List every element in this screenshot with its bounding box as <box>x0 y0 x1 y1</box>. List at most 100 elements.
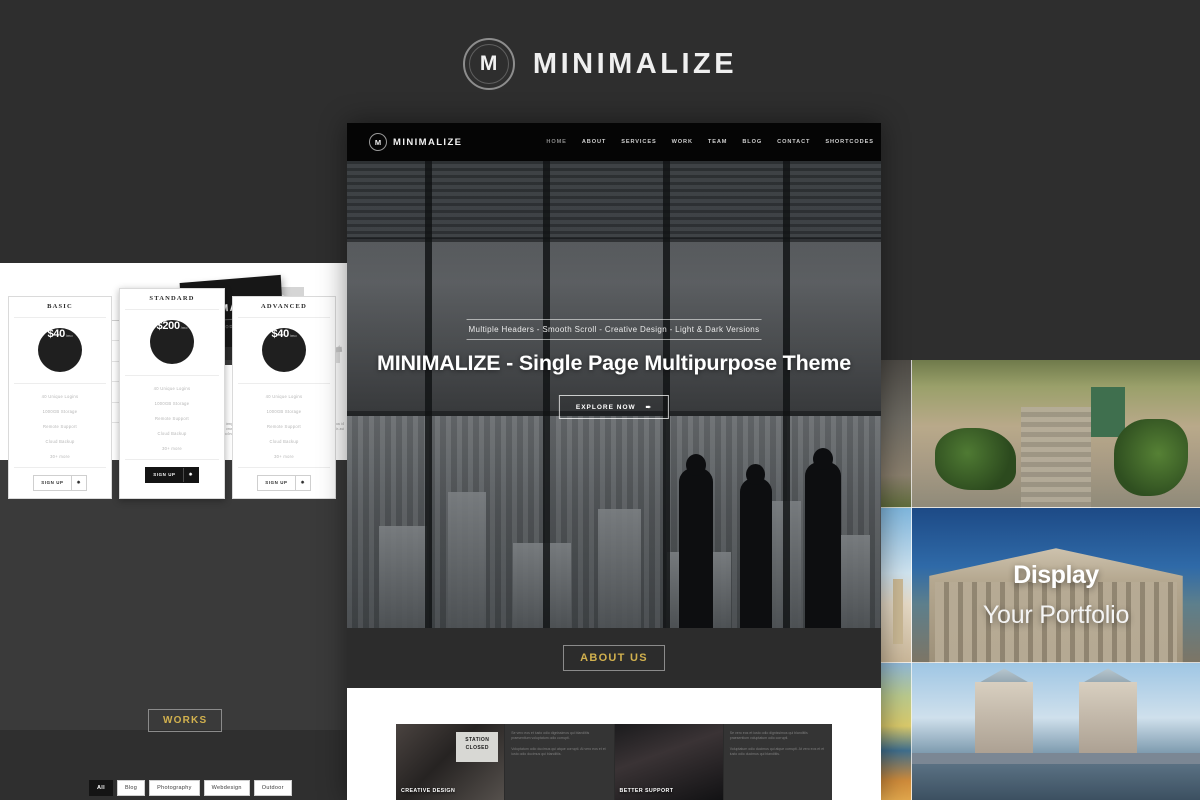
pricing-table: BASIC $40/mo 40 Unique Logins 1000GB Storag… <box>8 288 336 499</box>
works-button[interactable]: WORKS <box>148 709 223 732</box>
feature-label-light: BETTER <box>619 787 644 794</box>
pricing-card-basic: BASIC $40/mo 40 Unique Logins 1000GB Storag… <box>8 296 112 499</box>
pricing-feature: 1000GB Storage <box>154 401 190 406</box>
explore-now-label: EXPLORE NOW <box>575 403 636 411</box>
nav-item-about[interactable]: ABOUT <box>582 139 606 145</box>
photo-thumb-wall[interactable] <box>881 360 912 508</box>
sign-line-2: CLOSED <box>465 745 489 751</box>
nav-item-home[interactable]: HOME <box>546 139 566 145</box>
nav-item-contact[interactable]: CONTACT <box>777 139 810 145</box>
filter-photography[interactable]: Photography <box>149 780 200 796</box>
brand-logo-letter: M <box>479 52 498 75</box>
photo-grid-divider <box>881 662 1200 663</box>
pricing-feature-list: 40 Unique Logins 1000GB Storage Remote Sup… <box>125 375 219 459</box>
pricing-card-standard: STANDARD $200/mo 40 Unique Logins 1000GB St… <box>119 288 225 499</box>
about-section: ABOUT US <box>347 628 881 688</box>
pricing-action: SIGN UP ✸ <box>238 467 330 491</box>
pricing-action: SIGN UP ✸ <box>125 459 219 483</box>
nav-item-work[interactable]: WORK <box>672 139 693 145</box>
photo-detail <box>1113 419 1189 497</box>
feature-text-cell: Se vero eos et iusto odio dignissimos qu… <box>505 724 614 800</box>
hero-subtitle-wrap: Multiple Headers - Smooth Scroll - Creat… <box>466 319 762 340</box>
screenshot-stage: M MINIMALIZE ✎DESIGNINGDEVELOPMENTMARKET… <box>0 0 1200 800</box>
pricing-price-badge: $40/mo <box>262 328 306 372</box>
pricing-feature: 40 Unique Logins <box>153 386 191 391</box>
site-logo-icon: M <box>369 133 387 151</box>
nav-item-services[interactable]: SERVICES <box>621 139 656 145</box>
pricing-amount: $40 <box>47 328 65 340</box>
hero-title: MINIMALIZE - Single Page Multipurpose Th… <box>377 351 851 375</box>
portfolio-photo-grid: Display Your Portfolio <box>881 360 1200 800</box>
pricing-feature: Cloud Backup <box>45 439 75 444</box>
filter-webdesign[interactable]: Webdesign <box>203 780 250 796</box>
pricing-feature: 30+ more <box>50 454 70 459</box>
hero-section: Multiple Headers - Smooth Scroll - Creat… <box>347 161 881 628</box>
pricing-feature: 40 Unique Logins <box>41 394 79 399</box>
pricing-period: /mo <box>65 333 73 338</box>
portfolio-overlay-line-1: Display <box>1013 560 1099 589</box>
explore-now-button[interactable]: EXPLORE NOW ➨ <box>558 395 670 419</box>
browser-mockup: M MINIMALIZE HOME ABOUT SERVICES WORK TEAM BL… <box>347 123 881 800</box>
signup-label: SIGN UP <box>41 480 64 485</box>
photo-thumb-landscape[interactable] <box>881 663 912 800</box>
feature-label-bold: SUPPORT <box>644 787 674 794</box>
filter-blog[interactable]: Blog <box>116 780 146 796</box>
pricing-card-advanced: ADVANCED $40/mo 40 Unique Logins 1000GB Sto… <box>232 296 336 499</box>
feature-body-2: Voluptatum odio ducimus qui atque corrup… <box>511 746 606 757</box>
feature-label-light: CREATIVE <box>401 787 431 794</box>
pricing-feature: Cloud Backup <box>157 431 187 436</box>
photo-bridge[interactable] <box>912 663 1200 800</box>
window-mullion <box>543 161 550 628</box>
pricing-title: ADVANCED <box>238 303 330 318</box>
pricing-feature: 30+ more <box>274 454 294 459</box>
nav-item-blog[interactable]: BLOG <box>742 139 762 145</box>
site-navbar: M MINIMALIZE HOME ABOUT SERVICES WORK TEAM BL… <box>347 123 881 161</box>
photo-grid-divider <box>911 360 912 800</box>
pricing-feature: 1000GB Storage <box>42 409 78 414</box>
pricing-feature: Remote Support <box>266 424 301 429</box>
nav-item-team[interactable]: TEAM <box>708 139 727 145</box>
pricing-title: STANDARD <box>125 295 219 310</box>
photo-portfolio-feature[interactable]: Display Your Portfolio <box>912 508 1200 663</box>
signup-label: SIGN UP <box>265 480 288 485</box>
site-logo[interactable]: M MINIMALIZE <box>369 133 462 151</box>
site-nav-menu: HOME ABOUT SERVICES WORK TEAM BLOG CONTACT SHOR… <box>546 139 873 145</box>
asterisk-icon: ✸ <box>70 476 86 490</box>
photo-alley[interactable] <box>912 360 1200 508</box>
nav-item-shortcodes[interactable]: SHORTCODES <box>825 139 873 145</box>
signup-button[interactable]: SIGN UP ✸ <box>257 475 311 491</box>
filter-all[interactable]: All <box>89 780 113 796</box>
sign-line-1: STATION <box>465 737 490 743</box>
window-mullion <box>783 161 790 628</box>
features-section: STATION CLOSED CREATIVE DESIGN Se vero e… <box>347 688 881 800</box>
person-head <box>686 454 706 476</box>
city-block <box>379 526 428 628</box>
pricing-price-badge: $200/mo <box>150 320 194 364</box>
feature-text-cell: Se vero eos et iusto odio dignissimos qu… <box>723 724 832 800</box>
feature-tile-creative-design[interactable]: STATION CLOSED CREATIVE DESIGN <box>396 724 505 800</box>
feature-tile-better-support[interactable]: BETTER SUPPORT <box>614 724 723 800</box>
about-us-button[interactable]: ABOUT US <box>563 645 665 671</box>
photo-thumb-sky[interactable] <box>881 508 912 663</box>
city-block <box>597 509 641 628</box>
pricing-period: /mo <box>289 333 297 338</box>
pricing-feature: Remote Support <box>42 424 77 429</box>
signup-button[interactable]: SIGN UP ✸ <box>145 467 199 483</box>
person-head <box>746 464 765 485</box>
pricing-price-badge: $40/mo <box>38 328 82 372</box>
feature-body-1: Se vero eos et iusto odio dignissimos qu… <box>729 731 808 741</box>
brand-logo-icon: M <box>462 38 515 90</box>
signup-label: SIGN UP <box>153 472 176 477</box>
top-brand-lockup: M MINIMALIZE <box>0 38 1200 90</box>
city-block <box>512 543 572 628</box>
feature-label-bold: DESIGN <box>432 787 456 794</box>
pricing-feature: 30+ more <box>162 446 182 451</box>
pricing-amount: $40 <box>271 328 289 340</box>
feature-body-2: Voluptatum odio ducimus qui atque corrup… <box>729 746 825 757</box>
signup-button[interactable]: SIGN UP ✸ <box>33 475 87 491</box>
photo-detail <box>912 764 1200 800</box>
feature-label: CREATIVE DESIGN <box>401 788 455 794</box>
filter-outdoor[interactable]: Outdoor <box>253 780 292 796</box>
pricing-feature-list: 40 Unique Logins 1000GB Storage Remote Sup… <box>14 383 106 467</box>
city-block <box>448 492 486 628</box>
